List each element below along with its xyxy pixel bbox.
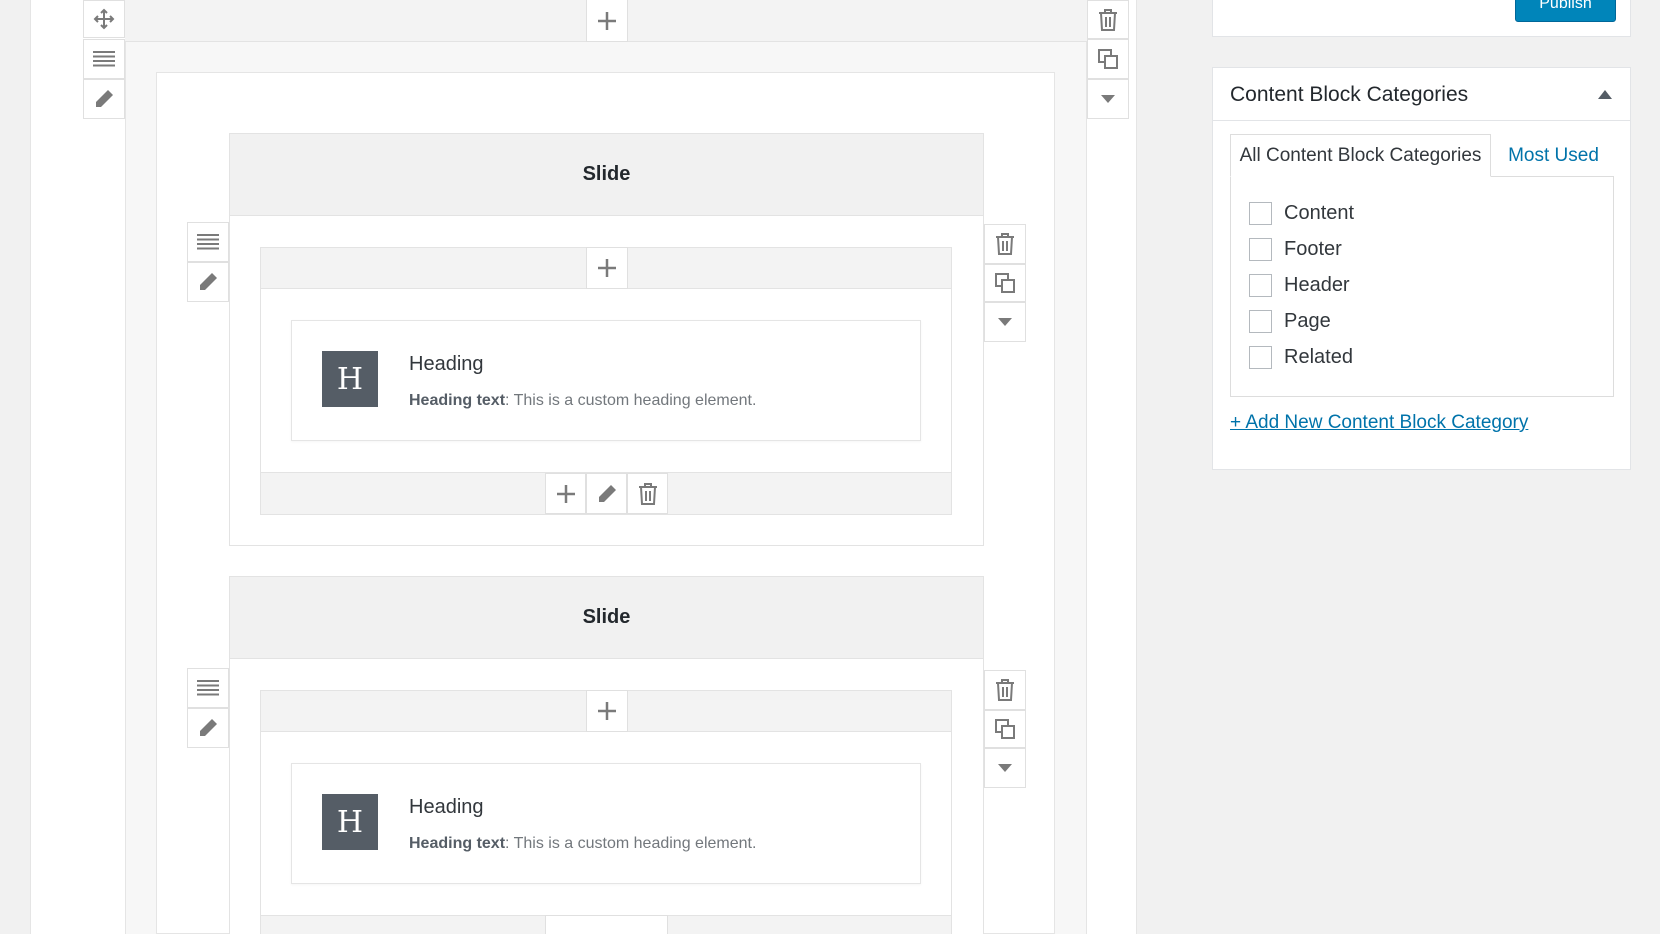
tab-most-used[interactable]: Most Used [1492, 134, 1615, 177]
categories-box: Content Block Categories All Content Blo… [1212, 67, 1631, 470]
tab-all-categories-label: All Content Block Categories [1239, 144, 1482, 166]
category-label: Header [1284, 274, 1350, 296]
pencil-icon [200, 273, 217, 290]
category-item-related: Related [1249, 346, 1353, 369]
element-edit-button[interactable] [586, 473, 627, 514]
slide-duplicate-button[interactable] [984, 264, 1026, 302]
slide-header: Slide [229, 133, 984, 216]
heading-element-title: Heading [409, 796, 484, 818]
duplicate-icon [995, 719, 1015, 739]
heading-element-card[interactable]: H Heading Heading text: This is a custom… [291, 320, 921, 441]
category-item-content: Content [1249, 202, 1354, 225]
heading-text-value: : This is a custom heading element. [505, 392, 757, 409]
move-icon [93, 8, 115, 30]
element-delete-button[interactable] [627, 473, 668, 514]
heading-text-label: Heading text [409, 835, 506, 852]
caret-up-icon[interactable] [1598, 90, 1612, 99]
category-label: Footer [1284, 238, 1342, 260]
duplicate-icon [995, 273, 1015, 293]
heading-badge-icon: H [322, 794, 378, 850]
slide-duplicate-button[interactable] [984, 710, 1026, 748]
row-duplicate-button[interactable] [1087, 39, 1129, 79]
trash-icon [638, 482, 657, 505]
tab-most-used-label: Most Used [1508, 144, 1599, 166]
caret-down-icon [998, 764, 1012, 772]
add-new-category-link[interactable]: + Add New Content Block Category [1230, 412, 1528, 434]
caret-down-icon [1101, 95, 1115, 103]
rows-icon [197, 680, 219, 696]
heading-element-description: Heading text: This is a custom heading e… [409, 392, 756, 410]
slide-collapse-button[interactable] [984, 748, 1026, 788]
pencil-icon [200, 719, 217, 736]
trash-icon [996, 233, 1014, 255]
categories-list: Content Footer Header Page Related [1230, 176, 1614, 397]
heading-element-description: Heading text: This is a custom heading e… [409, 835, 756, 853]
plus-icon [598, 11, 616, 30]
caret-down-icon [998, 318, 1012, 326]
add-element-button[interactable] [586, 247, 628, 289]
slide-collapse-button[interactable] [984, 302, 1026, 342]
category-item-page: Page [1249, 310, 1331, 333]
category-item-header: Header [1249, 274, 1350, 297]
category-checkbox[interactable] [1249, 202, 1272, 225]
categories-box-title: Content Block Categories [1230, 83, 1469, 106]
slide-header: Slide [229, 576, 984, 659]
duplicate-icon [1098, 49, 1118, 69]
heading-text-label: Heading text [409, 392, 506, 409]
plus-icon [556, 484, 575, 503]
slide-layout-button[interactable] [187, 668, 229, 708]
rows-icon [93, 51, 115, 67]
slide-delete-button[interactable] [984, 670, 1026, 710]
slide-layout-button[interactable] [187, 222, 229, 262]
publish-button[interactable]: Publish [1515, 0, 1616, 22]
category-label: Related [1284, 346, 1353, 368]
slide-title: Slide [582, 606, 631, 628]
tab-all-categories[interactable]: All Content Block Categories [1230, 134, 1491, 177]
heading-text-value: : This is a custom heading element. [505, 835, 757, 852]
trash-icon [996, 679, 1014, 701]
heading-element-title: Heading [409, 353, 484, 375]
category-item-footer: Footer [1249, 238, 1342, 261]
category-label: Page [1284, 310, 1331, 332]
category-label: Content [1284, 202, 1355, 224]
element-bottom-controls [545, 915, 668, 934]
heading-badge-icon: H [322, 351, 378, 407]
category-checkbox[interactable] [1249, 346, 1272, 369]
add-element-button[interactable] [586, 690, 628, 732]
rows-icon [197, 234, 219, 250]
slide-edit-button[interactable] [187, 708, 229, 748]
row-layout-button[interactable] [83, 39, 125, 79]
publish-box: Publish [1212, 0, 1631, 37]
category-checkbox[interactable] [1249, 310, 1272, 333]
trash-icon [1099, 8, 1117, 31]
slide-title: Slide [582, 163, 631, 185]
pencil-icon [598, 484, 616, 502]
category-checkbox[interactable] [1249, 238, 1272, 261]
move-handle[interactable] [83, 0, 125, 38]
element-add-button[interactable] [545, 473, 586, 514]
row-delete-button[interactable] [1087, 0, 1129, 39]
row-edit-button[interactable] [83, 79, 125, 119]
plus-icon [598, 259, 616, 277]
plus-icon [598, 702, 616, 720]
heading-element-card[interactable]: H Heading Heading text: This is a custom… [291, 763, 921, 884]
slide-delete-button[interactable] [984, 224, 1026, 264]
category-checkbox[interactable] [1249, 274, 1272, 297]
pencil-icon [96, 90, 113, 107]
slide-edit-button[interactable] [187, 262, 229, 302]
categories-box-header[interactable]: Content Block Categories [1213, 68, 1630, 121]
row-collapse-button[interactable] [1087, 79, 1129, 119]
add-column-button[interactable] [586, 0, 628, 42]
